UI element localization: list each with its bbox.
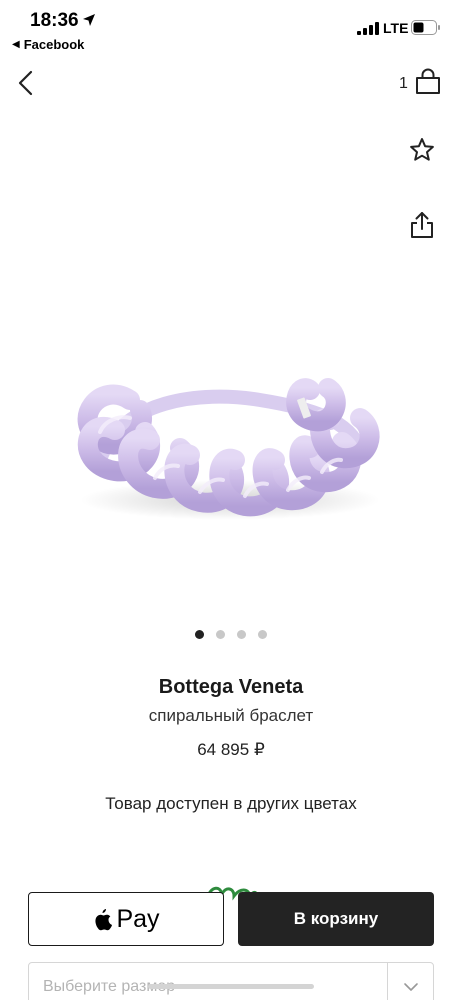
apple-logo-icon [95,909,113,931]
apple-pay-button[interactable]: Pay [28,892,224,946]
apple-pay-label: Pay [116,904,160,933]
home-indicator [148,984,314,989]
back-triangle-icon: ◀ [12,39,20,50]
product-brand[interactable]: Bottega Veneta [0,676,462,699]
signal-icon [357,22,379,35]
back-to-app-link[interactable]: ◀ Facebook [12,37,84,52]
back-app-label: Facebook [23,37,85,52]
chevron-down-icon[interactable] [401,977,421,997]
gallery-dot-4[interactable] [258,630,267,639]
product-price: 64 895 ₽ [197,740,265,759]
add-to-cart-button[interactable]: В корзину [238,892,434,946]
share-icon[interactable] [408,210,436,240]
status-time: 18:36 [30,10,79,31]
location-arrow-icon [83,14,95,26]
status-bar: 18:36 ◀ Facebook LTE [0,0,462,58]
gallery-pagination [0,630,462,639]
gallery-dot-3[interactable] [237,630,246,639]
product-image[interactable] [60,360,400,530]
favorite-star-icon[interactable] [408,136,436,164]
gallery-dot-1[interactable] [195,630,204,639]
product-name: спиральный браслет [148,706,314,725]
size-select-divider [387,963,388,1000]
cart-count: 1 [399,75,408,92]
shopping-bag-icon[interactable] [414,68,442,96]
back-chevron-icon[interactable] [12,68,42,98]
network-type: LTE [383,20,409,36]
gallery-dot-2[interactable] [216,630,225,639]
size-select[interactable]: Выберите размер [28,962,434,1000]
battery-icon [411,20,440,35]
other-colors-note[interactable]: Товар доступен в других цветах [0,794,462,814]
